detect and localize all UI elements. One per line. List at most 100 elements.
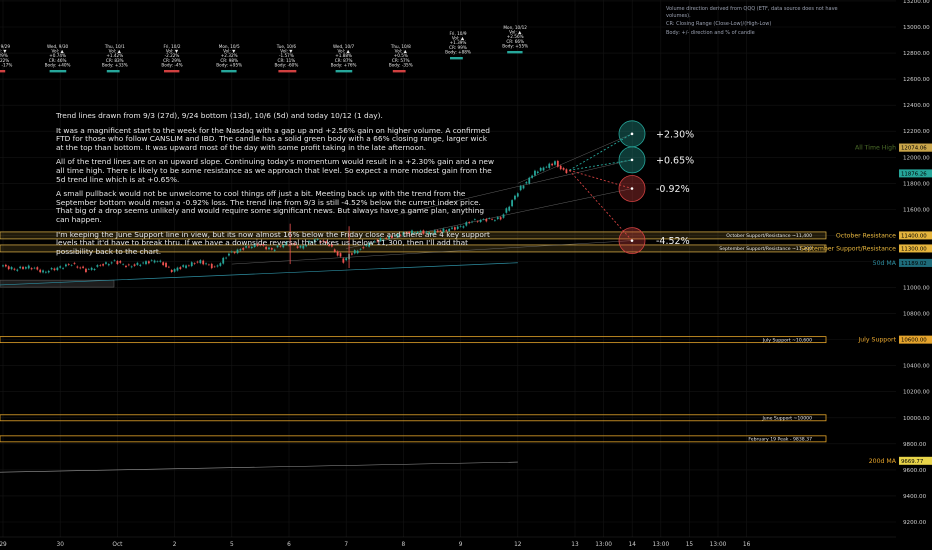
price-badge-label: 11300.00 [901, 246, 927, 252]
time-tick-label: Oct [112, 542, 123, 548]
time-tick-label: 9 [459, 542, 463, 548]
candle-body [65, 264, 67, 267]
candle-body [213, 266, 216, 268]
price-tick-label: 9800.00 [903, 442, 927, 448]
candle-body [39, 269, 42, 273]
candle-body [73, 262, 76, 264]
nasdaq-chart[interactable]: October Support/Resistance ~11,400 Septem… [0, 0, 932, 550]
candle-body [496, 217, 499, 220]
price-tick-label: 9600.00 [903, 468, 927, 474]
candle-body [47, 270, 50, 273]
candle-body [82, 266, 84, 268]
candle-body [176, 267, 179, 271]
price-tick-label: 11600.00 [903, 207, 930, 213]
projection-label: -0.92% [656, 184, 690, 195]
time-tick-label: 29 [0, 542, 7, 548]
commentary-paragraph-4: A small pullback would not be unwelcome … [56, 189, 485, 224]
daily-stat-line: Body: +40% [45, 62, 71, 67]
candle-body [122, 264, 125, 265]
candle-body [30, 268, 33, 270]
time-tick-label: 13:00 [595, 542, 612, 548]
legend-body: Body: +/- direction and % of candle [666, 29, 755, 36]
candle-body [205, 263, 207, 265]
candle-body [62, 267, 64, 269]
candle-body [539, 167, 542, 171]
time-tick-label: 7 [344, 542, 348, 548]
projection-label: +0.65% [656, 155, 694, 166]
commentary-paragraph-5: I'm keeping the June Support line in vie… [56, 229, 490, 256]
candle-body [182, 265, 185, 267]
consolidation-band [0, 279, 115, 288]
candle-body [208, 264, 210, 266]
candle-body [99, 265, 102, 266]
candle-body [27, 265, 30, 269]
candle-body [125, 265, 127, 268]
candle-body [19, 266, 22, 269]
current-badge-value: 9669.77 [901, 459, 923, 465]
time-tick-label: 8 [402, 542, 406, 548]
candle-body [216, 265, 219, 267]
candle-body [67, 264, 70, 265]
price-tick-label: 10000.00 [903, 416, 930, 422]
price-tick-label: 12600.00 [903, 77, 930, 83]
daily-stat-line: Body: +55% [502, 43, 528, 48]
level-label: June Support ~10000 [761, 416, 812, 422]
price-tick-label: 12800.00 [903, 51, 930, 57]
candle-body [85, 268, 87, 273]
commentary-text: Trend lines drawn from 9/3 (27d), 9/24 b… [56, 111, 496, 262]
candle-body [542, 167, 545, 171]
candle-body [531, 175, 533, 178]
candle-body [36, 267, 39, 270]
candle-body [511, 200, 513, 207]
candle-body [508, 206, 511, 211]
daily-volume-bar [392, 70, 406, 73]
projection-dot [630, 158, 634, 162]
candle-body [528, 177, 531, 184]
candle-body [10, 267, 13, 270]
candle-body [133, 264, 136, 266]
candle-body [534, 170, 536, 176]
level-name-label: September Support/Resistance [800, 245, 896, 252]
commentary-paragraph-3: All of the trend lines are on an upward … [56, 157, 495, 184]
price-tick-label: 13000.00 [903, 25, 930, 31]
candle-body [130, 266, 133, 268]
daily-volume-bar [106, 70, 120, 73]
candle-body [502, 214, 505, 218]
candle-body [514, 195, 516, 200]
price-badge-label: 11400.00 [901, 233, 927, 239]
time-tick-label: 2 [173, 542, 177, 548]
candle-body [59, 266, 62, 268]
daily-volume-bar [221, 70, 237, 73]
candle-body [565, 169, 568, 174]
price-tick-label: 12400.00 [903, 103, 930, 109]
candle-body [42, 270, 44, 273]
candle-body [105, 262, 107, 264]
daily-volume-bar [278, 70, 297, 73]
candle-body [33, 267, 36, 269]
candle-body [193, 263, 196, 265]
time-tick-label: 15 [686, 542, 694, 548]
daily-stat-line: Body: -60% [274, 62, 298, 67]
projection-dot [630, 132, 634, 136]
daily-stat-line: Body: -35% [389, 62, 413, 67]
time-tick-label: 30 [57, 542, 65, 548]
time-tick-label: 12 [514, 542, 522, 548]
time-tick-label: 13:00 [710, 542, 727, 548]
candle-body [90, 267, 93, 270]
candle-body [22, 266, 24, 269]
daily-stat-line: Body: -4% [161, 62, 182, 67]
candle-body [548, 163, 551, 168]
time-tick-label: 6 [287, 542, 291, 548]
candle-body [185, 265, 187, 268]
price-tick-label: 11800.00 [903, 181, 930, 187]
candle-body [139, 264, 142, 266]
commentary-paragraph-1: Trend lines drawn from 9/3 (27d), 9/24 b… [56, 111, 383, 120]
candle-body [556, 160, 559, 167]
candle-body [554, 161, 556, 165]
candle-body [79, 267, 82, 269]
level-label: October Support/Resistance ~11,400 [726, 233, 812, 239]
daily-volume-bar [164, 70, 180, 73]
price-tick-label: 11000.00 [903, 286, 930, 292]
projection-dot [630, 239, 634, 242]
candle-body [24, 267, 27, 269]
